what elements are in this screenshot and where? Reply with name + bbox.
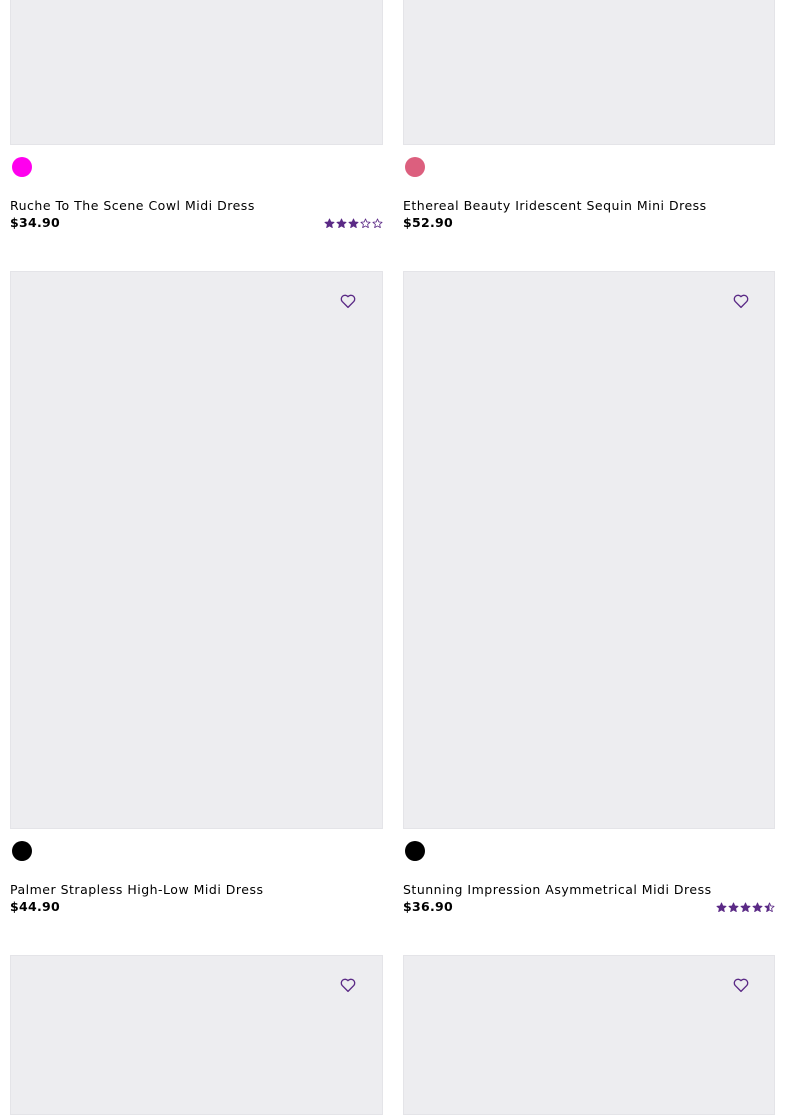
star-icon [360, 218, 371, 229]
rating-stars [716, 902, 775, 913]
star-icon [348, 218, 359, 229]
wishlist-heart-icon[interactable] [731, 291, 751, 311]
product-name[interactable]: Ethereal Beauty Iridescent Sequin Mini D… [403, 198, 707, 214]
rating-stars [324, 218, 383, 229]
product-card[interactable]: Stunning Impression Asymmetrical Midi Dr… [403, 271, 775, 931]
wishlist-heart-icon[interactable] [338, 975, 358, 995]
product-price: $34.90 [10, 215, 61, 230]
color-swatch[interactable] [12, 841, 32, 861]
color-swatch[interactable] [12, 157, 32, 177]
star-icon [716, 902, 727, 913]
product-price: $36.90 [403, 899, 454, 914]
product-card[interactable] [10, 955, 383, 1115]
product-image[interactable] [10, 955, 383, 1115]
star-icon [764, 902, 775, 913]
star-icon [336, 218, 347, 229]
star-icon [728, 902, 739, 913]
color-swatch[interactable] [405, 841, 425, 861]
product-card[interactable] [403, 955, 775, 1115]
product-image[interactable] [403, 955, 775, 1115]
product-price: $52.90 [403, 215, 454, 230]
product-name[interactable]: Palmer Strapless High-Low Midi Dress [10, 882, 264, 898]
product-card[interactable]: Ruche To The Scene Cowl Midi Dress $34.9… [10, 0, 383, 240]
product-name[interactable]: Ruche To The Scene Cowl Midi Dress [10, 198, 255, 214]
star-icon [324, 218, 335, 229]
product-image[interactable] [10, 271, 383, 829]
product-card[interactable]: Ethereal Beauty Iridescent Sequin Mini D… [403, 0, 775, 240]
product-card[interactable]: Palmer Strapless High-Low Midi Dress $44… [10, 271, 383, 931]
color-swatch[interactable] [405, 157, 425, 177]
star-icon [372, 218, 383, 229]
product-image[interactable] [403, 271, 775, 829]
product-image[interactable] [403, 0, 775, 145]
product-name[interactable]: Stunning Impression Asymmetrical Midi Dr… [403, 882, 712, 898]
wishlist-heart-icon[interactable] [338, 291, 358, 311]
product-price: $44.90 [10, 899, 61, 914]
star-icon [752, 902, 763, 913]
star-icon [740, 902, 751, 913]
product-image[interactable] [10, 0, 383, 145]
wishlist-heart-icon[interactable] [731, 975, 751, 995]
